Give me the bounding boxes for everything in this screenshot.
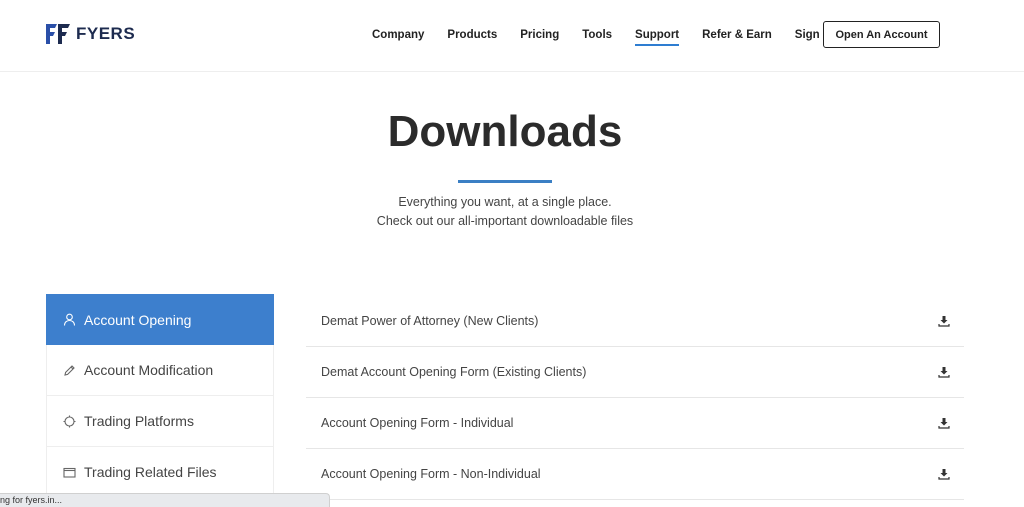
fyers-logo[interactable]: FYERS — [46, 22, 135, 46]
nav-products[interactable]: Products — [447, 29, 497, 41]
open-account-button[interactable]: Open An Account — [823, 21, 940, 48]
site-header: FYERS Company Products Pricing Tools Sup… — [0, 0, 1024, 72]
list-item[interactable]: Account Opening Form - Non-Individual — [306, 449, 964, 500]
sidebar-item-label: Trading Platforms — [84, 413, 194, 429]
sidebar-item-label: Account Modification — [84, 362, 214, 378]
pencil-icon — [62, 363, 76, 377]
download-item-label: Account Opening Form - Non-Individual — [321, 467, 541, 481]
sidebar-item-account-opening[interactable]: Account Opening — [46, 294, 274, 345]
sidebar-item-label: Trading Related Files — [84, 464, 217, 480]
download-icon[interactable] — [938, 315, 950, 327]
logo-text: FYERS — [76, 24, 136, 43]
download-item-label: Account Opening Form - Individual — [321, 416, 514, 430]
target-icon — [62, 414, 76, 428]
list-item[interactable]: Demat Power of Attorney (New Clients) — [306, 296, 964, 347]
main-nav: Company Products Pricing Tools Support R… — [372, 25, 856, 46]
nav-support[interactable]: Support — [635, 29, 680, 46]
fyers-logo-icon — [46, 24, 70, 44]
nav-refer-earn[interactable]: Refer & Earn — [702, 29, 772, 41]
sidebar-item-trading-platforms[interactable]: Trading Platforms — [46, 396, 274, 447]
nav-company[interactable]: Company — [372, 29, 424, 41]
nav-pricing[interactable]: Pricing — [520, 29, 559, 41]
title-underline — [458, 180, 552, 183]
subtitle-line-2: Check out our all-important downloadable… — [376, 214, 634, 228]
user-icon — [62, 313, 76, 327]
nav-tools[interactable]: Tools — [582, 29, 612, 41]
downloads-list: Demat Power of Attorney (New Clients) De… — [306, 296, 964, 500]
page-title: Downloads — [387, 107, 623, 156]
sidebar-item-account-modification[interactable]: Account Modification — [46, 345, 274, 396]
folder-icon — [62, 465, 76, 479]
list-item[interactable]: Account Opening Form - Individual — [306, 398, 964, 449]
download-icon[interactable] — [938, 417, 950, 429]
category-sidebar: Account Opening Account Modification Tra… — [46, 294, 274, 498]
download-icon[interactable] — [938, 366, 950, 378]
download-item-label: Demat Power of Attorney (New Clients) — [321, 314, 539, 328]
subtitle-line-1: Everything you want, at a single place. — [398, 195, 612, 209]
list-item[interactable]: Demat Account Opening Form (Existing Cli… — [306, 347, 964, 398]
sidebar-item-trading-related-files[interactable]: Trading Related Files — [46, 447, 274, 498]
download-icon[interactable] — [938, 468, 950, 480]
download-item-label: Demat Account Opening Form (Existing Cli… — [321, 365, 587, 379]
sidebar-item-label: Account Opening — [84, 311, 192, 328]
